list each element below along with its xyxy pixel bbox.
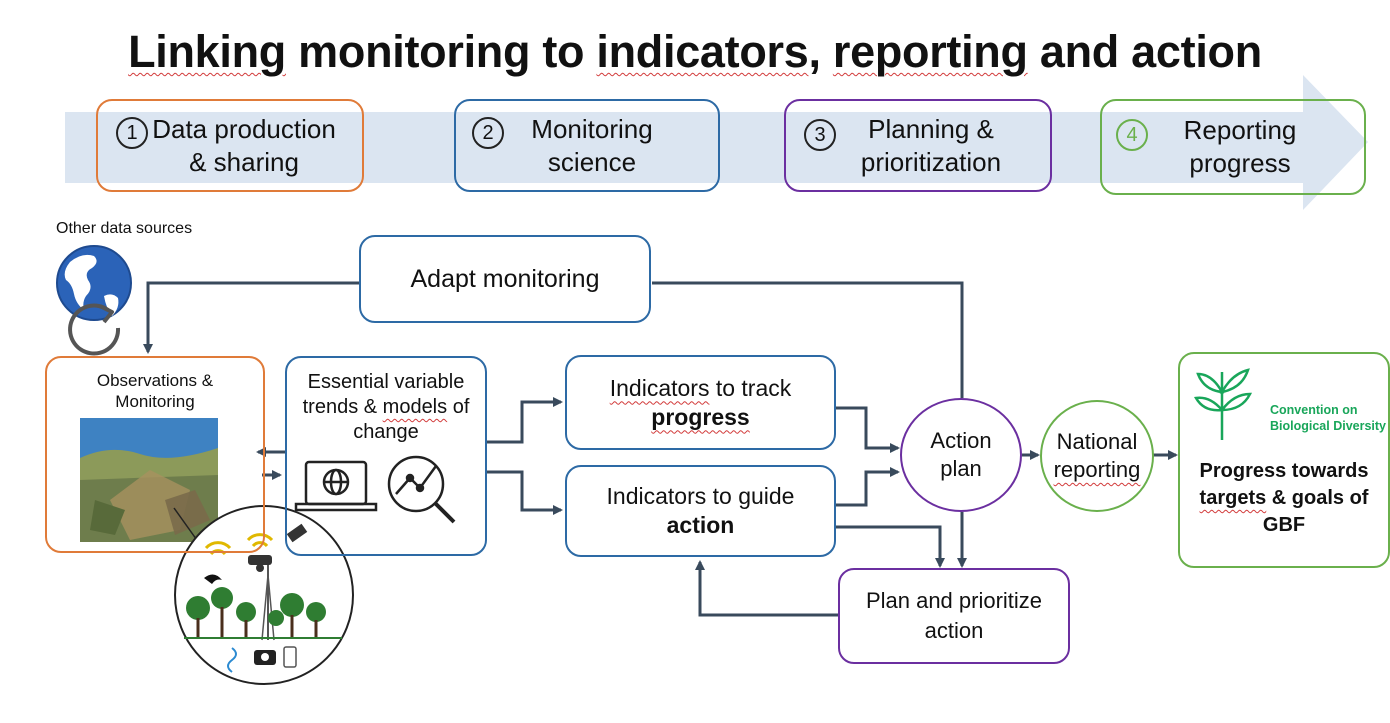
- gbf-text-line2a: targets: [1199, 487, 1267, 509]
- stage-1-number-badge: 1: [116, 117, 148, 149]
- stage-4-number-badge: 4: [1116, 119, 1148, 151]
- track-line1a: Indicators: [609, 374, 710, 401]
- arrow-track-to-actionplan: [836, 406, 900, 453]
- indicators-guide-action-box: Indicators to guide action: [565, 465, 836, 557]
- essential-line3: change: [353, 421, 419, 443]
- observations-monitoring-box: Observations & Monitoring: [45, 356, 265, 553]
- stage-2-number-badge: 2: [472, 117, 504, 149]
- gbf-progress-box: Convention on Biological Diversity Progr…: [1178, 352, 1390, 568]
- stage-data-production: 1 Data production & sharing: [96, 99, 364, 192]
- cbd-logo-line1: Convention on: [1270, 403, 1358, 417]
- stage-3-line2: prioritization: [860, 146, 1002, 177]
- stage-4-line1: Reporting: [1183, 115, 1297, 145]
- arrow-plan-to-guide: [695, 560, 838, 617]
- arrow-adapt-to-observations: [143, 281, 360, 354]
- cbd-logo-line2: Biological Diversity: [1270, 419, 1387, 433]
- stage-2-line2: science: [547, 146, 637, 177]
- national-line2: reporting: [1053, 457, 1141, 482]
- essential-line2c: of: [447, 396, 470, 418]
- stage-reporting-progress: 4 Reporting progress: [1100, 99, 1366, 195]
- stage-1-line1: Data production: [152, 113, 336, 144]
- action-plan-line2: plan: [940, 456, 982, 481]
- action-plan-circle: Action plan: [900, 398, 1022, 512]
- national-reporting-circle: National reporting: [1040, 400, 1154, 512]
- stage-4-line2: progress: [1189, 148, 1291, 178]
- essential-line2b: models: [382, 396, 448, 418]
- other-data-sources-label: Other data sources: [56, 220, 193, 237]
- guide-line1: Indicators to guide: [606, 483, 795, 509]
- gbf-text-line1: Progress towards: [1199, 460, 1369, 482]
- stage-3-number-badge: 3: [804, 119, 836, 151]
- observations-line1: Observations &: [96, 371, 214, 390]
- stage-1-line2: & sharing: [189, 146, 299, 177]
- plan-line1: Plan and prioritize: [865, 588, 1043, 613]
- track-line1b: to track: [709, 374, 792, 401]
- guide-line2: action: [666, 512, 735, 538]
- adapt-monitoring-box: Adapt monitoring: [359, 235, 651, 323]
- arrow-guide-to-plan: [836, 525, 945, 568]
- plan-prioritize-box: Plan and prioritize action: [838, 568, 1070, 664]
- essential-variables-box: Essential variable trends & models of ch…: [285, 356, 487, 556]
- stage-3-line1: Planning &: [868, 113, 994, 144]
- national-line1: National: [1056, 429, 1138, 454]
- essential-line1: Essential variable: [307, 371, 465, 393]
- gbf-text-line3: GBF: [1262, 514, 1306, 536]
- stage-monitoring-science: 2 Monitoring science: [454, 99, 720, 192]
- arrow-essential-to-guide: [487, 470, 563, 515]
- essential-line2a: trends &: [302, 396, 383, 418]
- globe-icon: [56, 245, 132, 321]
- indicators-track-progress-box: Indicators to track progress: [565, 355, 836, 450]
- stage-2-line1: Monitoring: [531, 113, 653, 144]
- adapt-monitoring-label: Adapt monitoring: [410, 264, 600, 293]
- stage-planning-prioritization: 3 Planning & prioritization: [784, 99, 1052, 192]
- observations-line2: Monitoring: [115, 392, 195, 411]
- arrow-guide-to-actionplan: [836, 467, 900, 507]
- gbf-text-line2b: & goals of: [1266, 487, 1369, 509]
- action-plan-line1: Action: [930, 428, 992, 453]
- track-line2: progress: [651, 403, 750, 430]
- arrow-essential-to-track: [487, 397, 563, 444]
- plan-line2: action: [924, 618, 984, 643]
